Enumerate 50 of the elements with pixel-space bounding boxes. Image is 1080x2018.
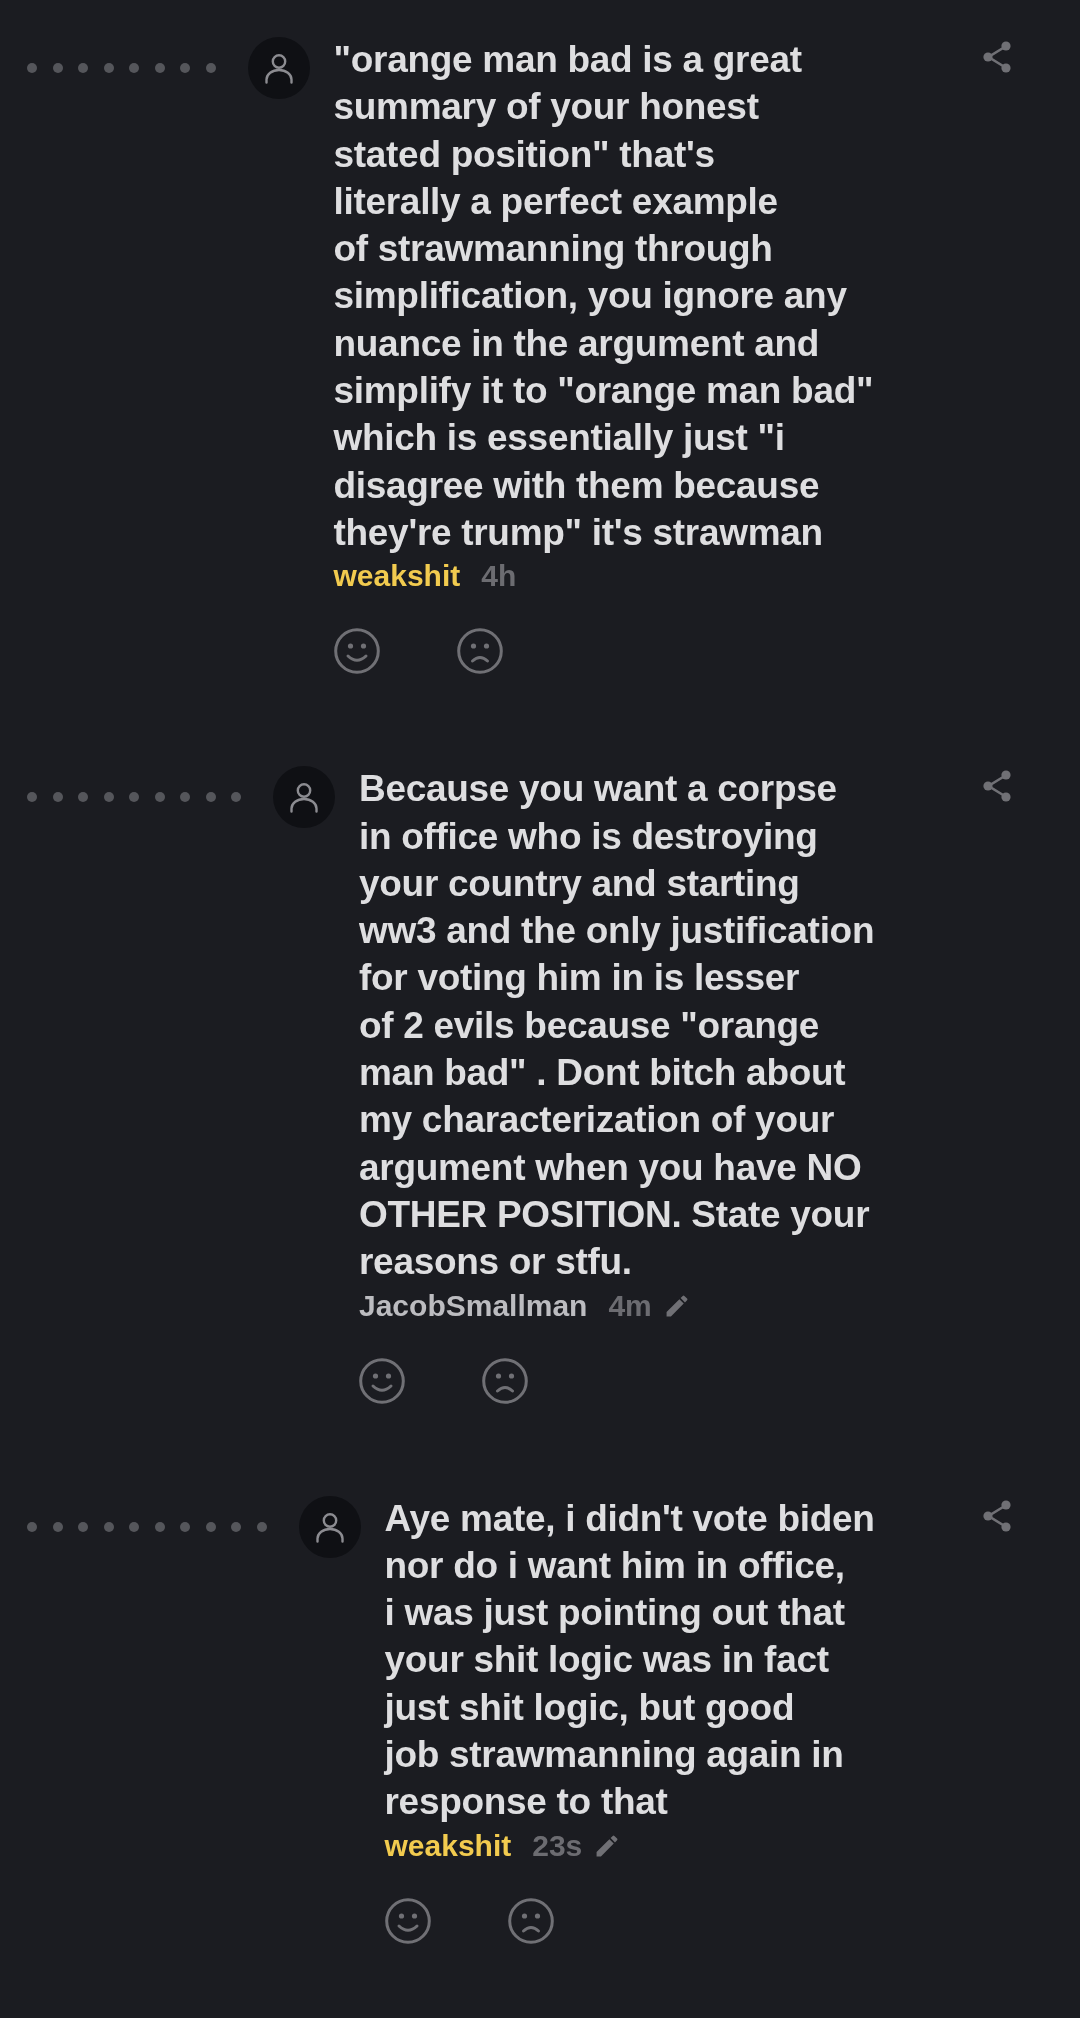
comment-text: "orange man bad is a great summary of your honest stated position" that's literally a perfect example of strawmanning through simplification, you ignore any nuance in the argument and simplify it to "orange man bad" which is essentially just "i disagree with them because they're trump" it's strawman: [333, 38, 875, 555]
username[interactable]: JacobSmallman: [359, 1285, 588, 1326]
dot-icon: [180, 1521, 190, 1532]
dot-icon: [52, 63, 63, 73]
dot-icon: [78, 1521, 88, 1532]
timestamp: 4h: [481, 558, 517, 595]
dot-icon: [154, 63, 165, 73]
dot-icon: [256, 1521, 267, 1532]
avatar-icon[interactable]: [298, 1495, 361, 1558]
smile-icon[interactable]: [384, 1897, 431, 1944]
dot-icon: [180, 792, 190, 803]
pencil-icon: [596, 1834, 619, 1857]
dot-icon: [103, 63, 114, 73]
dot-icon: [27, 63, 37, 73]
smile-icon[interactable]: [359, 1357, 405, 1404]
smile-icon[interactable]: [333, 628, 380, 675]
dot-icon: [103, 792, 114, 803]
frown-icon[interactable]: [482, 1357, 528, 1404]
share-icon[interactable]: [982, 770, 1012, 803]
dot-icon: [205, 792, 216, 803]
dot-icon: [103, 1521, 114, 1532]
dot-icon: [52, 1521, 63, 1532]
dot-icon: [205, 63, 216, 73]
dot-icon: [78, 63, 88, 73]
dot-icon: [78, 792, 88, 803]
share-icon[interactable]: [982, 41, 1012, 73]
share-icon[interactable]: [982, 1499, 1012, 1532]
dot-icon: [129, 1521, 139, 1532]
dot-icon: [205, 1521, 216, 1532]
dot-icon: [231, 1521, 241, 1532]
pencil-icon: [665, 1294, 688, 1317]
dot-icon: [129, 63, 139, 73]
frown-icon[interactable]: [456, 628, 503, 675]
comment-text: Aye mate, i didn't vote biden nor do i want him in office, i was just pointing out that your shit logic was in fact just shit logic, but good job strawmanning again in response to that: [384, 1496, 876, 1825]
frown-icon[interactable]: [507, 1897, 554, 1944]
dot-icon: [180, 63, 190, 73]
dot-icon: [231, 792, 241, 803]
dot-icon: [154, 1521, 165, 1532]
avatar-icon[interactable]: [247, 37, 310, 99]
dot-icon: [154, 792, 165, 803]
dot-icon: [129, 792, 139, 803]
dot-icon: [52, 792, 63, 803]
username[interactable]: weakshit: [333, 556, 461, 597]
timestamp: 4m: [608, 1287, 652, 1324]
timestamp: 23s: [532, 1827, 583, 1864]
dot-icon: [27, 792, 37, 803]
username[interactable]: weakshit: [384, 1825, 512, 1866]
comment-text: Because you want a corpse in office who is destroying your country and starting ww3 and the only justification for voting him in is lesser of 2 evils because "orange man bad" . Dont bitch about my characterization of your argument when you have NO OTHER POSITION. State your reasons or stfu.: [359, 767, 876, 1285]
dot-icon: [27, 1521, 37, 1532]
avatar-icon[interactable]: [273, 766, 335, 829]
